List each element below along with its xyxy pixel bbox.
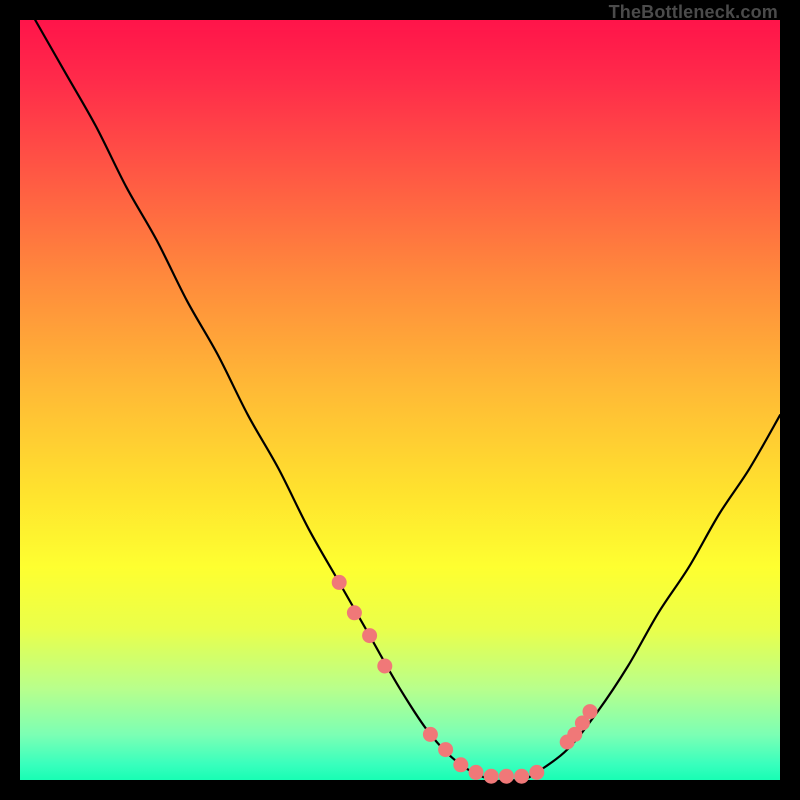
marker-dot	[484, 769, 499, 784]
marker-dot	[499, 769, 514, 784]
marker-dot	[423, 727, 438, 742]
plot-area	[20, 20, 780, 780]
marker-dot	[438, 742, 453, 757]
curve-svg	[20, 20, 780, 780]
marker-dot	[453, 757, 468, 772]
marker-dot	[469, 765, 484, 780]
marker-dot	[583, 704, 598, 719]
marker-dot	[377, 659, 392, 674]
marker-dot	[529, 765, 544, 780]
highlight-markers	[332, 575, 598, 784]
marker-dot	[514, 769, 529, 784]
bottleneck-chart: TheBottleneck.com	[0, 0, 800, 800]
marker-dot	[362, 628, 377, 643]
marker-dot	[332, 575, 347, 590]
marker-dot	[347, 605, 362, 620]
bottleneck-curve-path	[35, 20, 780, 781]
